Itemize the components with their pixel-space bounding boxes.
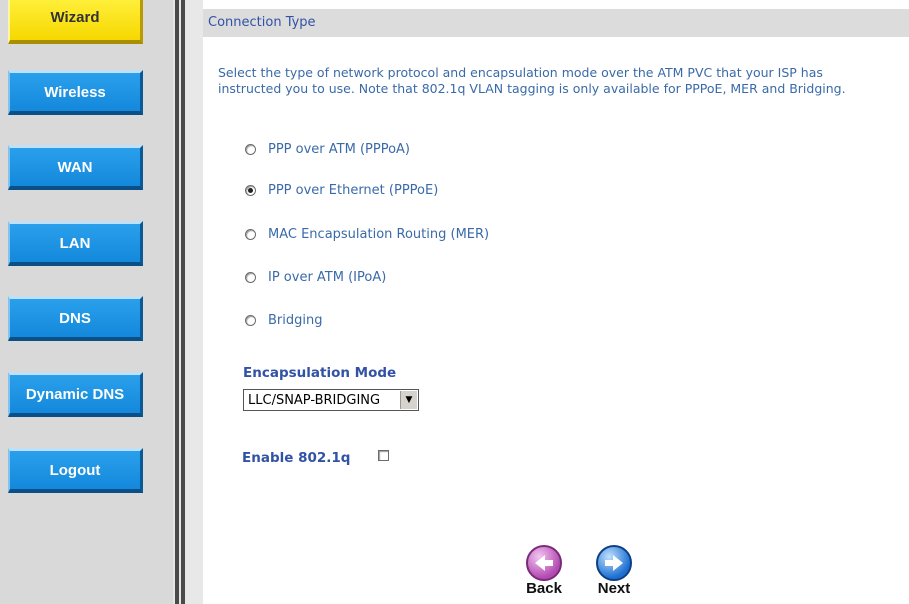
option-pppoe[interactable]: PPP over Ethernet (PPPoE): [245, 180, 438, 200]
enable-8021q-label: Enable 802.1q: [242, 450, 351, 466]
encapsulation-mode-label: Encapsulation Mode: [243, 365, 397, 381]
next-button[interactable]: Next: [596, 545, 632, 597]
frame-divider: [173, 0, 203, 604]
option-label: MAC Encapsulation Routing (MER): [268, 226, 490, 242]
option-label: PPP over ATM (PPPoA): [268, 141, 410, 157]
next-arrow-icon: [596, 545, 632, 581]
sidebar-item-label: LAN: [59, 234, 91, 252]
intro-text: Select the type of network protocol and …: [218, 65, 909, 97]
sidebar-item-dynamic-dns[interactable]: Dynamic DNS: [8, 372, 143, 417]
select-value: LLC/SNAP-BRIDGING: [248, 392, 381, 408]
sidebar-item-dns[interactable]: DNS: [8, 296, 143, 341]
dropdown-arrow-icon[interactable]: ▼: [400, 391, 417, 409]
option-ipoa[interactable]: IP over ATM (IPoA): [245, 267, 386, 287]
radio-button[interactable]: [245, 271, 256, 283]
option-bridging[interactable]: Bridging: [245, 310, 322, 330]
sidebar: Wizard Wireless WAN LAN DNS Dynamic DNS …: [0, 0, 173, 604]
sidebar-item-label: Wireless: [44, 83, 106, 101]
sidebar-item-label: Logout: [49, 461, 101, 479]
main-content: Connection Type Select the type of netwo…: [203, 0, 909, 604]
sidebar-item-wan[interactable]: WAN: [8, 145, 143, 190]
back-label: Back: [526, 580, 562, 597]
back-arrow-icon: [526, 545, 562, 581]
radio-button[interactable]: [245, 228, 256, 240]
option-label: PPP over Ethernet (PPPoE): [268, 182, 439, 198]
radio-button[interactable]: [245, 314, 256, 326]
intro-line: Select the type of network protocol and …: [218, 65, 823, 80]
next-label: Next: [597, 580, 631, 597]
option-label: IP over ATM (IPoA): [268, 269, 387, 285]
sidebar-item-wizard[interactable]: Wizard: [8, 0, 143, 44]
sidebar-item-label: Dynamic DNS: [25, 385, 125, 403]
back-button[interactable]: Back: [526, 545, 562, 597]
sidebar-item-lan[interactable]: LAN: [8, 221, 143, 266]
sidebar-item-logout[interactable]: Logout: [8, 448, 143, 493]
intro-line: instructed you to use. Note that 802.1q …: [218, 81, 846, 96]
sidebar-item-wireless[interactable]: Wireless: [8, 70, 143, 115]
radio-button[interactable]: [245, 143, 256, 155]
radio-button[interactable]: [245, 184, 256, 196]
enable-8021q-checkbox[interactable]: [378, 450, 389, 461]
option-pppoa[interactable]: PPP over ATM (PPPoA): [245, 139, 410, 159]
sidebar-item-label: DNS: [59, 309, 91, 327]
option-label: Bridging: [268, 312, 323, 328]
encapsulation-mode-select[interactable]: LLC/SNAP-BRIDGING ▼: [243, 389, 419, 411]
sidebar-item-label: WAN: [57, 158, 93, 176]
page-title: Connection Type: [203, 9, 909, 37]
option-mer[interactable]: MAC Encapsulation Routing (MER): [245, 224, 489, 244]
sidebar-item-label: Wizard: [50, 9, 100, 26]
